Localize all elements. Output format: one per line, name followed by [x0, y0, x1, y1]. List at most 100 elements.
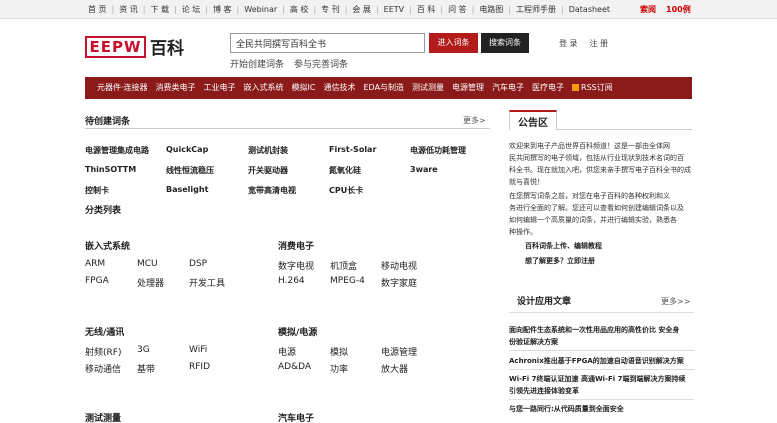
top-nav-handbook[interactable]: 工程师手册: [516, 4, 556, 15]
top-nav-separator: |: [561, 5, 564, 14]
group-auto-title[interactable]: 汽车电子: [278, 411, 314, 423]
top-nav-wiki[interactable]: 百 科: [417, 4, 436, 15]
create-entry-link[interactable]: 开始创建词条: [230, 57, 284, 70]
category-medical[interactable]: 医疗电子: [532, 82, 564, 93]
category-test[interactable]: 测试测量: [412, 82, 444, 93]
notice-tab[interactable]: 公告区: [509, 110, 557, 130]
category-power[interactable]: 电源管理: [452, 82, 484, 93]
group-item[interactable]: 射频(RF): [85, 345, 121, 358]
pending-entry[interactable]: Baselight: [166, 185, 208, 194]
pending-entry[interactable]: 开关驱动器: [248, 165, 288, 176]
article-line: 引领先进连接体验变革: [509, 387, 579, 395]
article-item[interactable]: 与您一路同行:从代码质量到全面安全: [509, 403, 694, 415]
article-line: 份验证解决方案: [509, 338, 558, 346]
group-wireless-title[interactable]: 无线/通讯: [85, 325, 124, 338]
group-item[interactable]: RFID: [189, 362, 210, 372]
article-item[interactable]: 面向配件生态系统和一次性用品应用的高性价比 安全身 份验证解决方案: [509, 324, 694, 348]
category-communication[interactable]: 通信技术: [324, 82, 356, 93]
group-item[interactable]: 数字家庭: [381, 276, 417, 289]
top-nav-expo[interactable]: 会 展: [352, 4, 371, 15]
group-item[interactable]: MPEG-4: [330, 276, 365, 286]
group-item[interactable]: 基带: [137, 362, 155, 375]
top-nav-separator: |: [409, 5, 412, 14]
group-embedded-title[interactable]: 嵌入式系统: [85, 239, 130, 252]
group-item[interactable]: 3G: [137, 345, 150, 355]
register-link[interactable]: 注 册: [590, 38, 609, 49]
notice-line: 种操作。: [509, 228, 537, 236]
search-entry-button[interactable]: 搜索词条: [481, 33, 529, 53]
group-item[interactable]: 移动通信: [85, 362, 121, 375]
group-test-title[interactable]: 测试测量: [85, 411, 121, 423]
top-nav-blog[interactable]: 博 客: [213, 4, 232, 15]
pending-entry[interactable]: 电源低功耗管理: [410, 145, 466, 156]
top-nav-separator: |: [313, 5, 317, 14]
group-item[interactable]: 移动电视: [381, 259, 417, 272]
category-consumer[interactable]: 消费类电子: [156, 82, 196, 93]
design-articles-title: 设计应用文章: [517, 297, 572, 307]
search-input[interactable]: [230, 33, 425, 53]
group-item[interactable]: WiFi: [189, 345, 207, 355]
group-analog-power-title[interactable]: 模拟/电源: [278, 325, 317, 338]
pending-entry[interactable]: 测试机封装: [248, 145, 288, 156]
group-item[interactable]: FPGA: [85, 276, 109, 286]
group-item[interactable]: 处理器: [137, 276, 164, 289]
site-logo[interactable]: EEPW 百科: [85, 34, 184, 59]
category-industrial[interactable]: 工业电子: [204, 82, 236, 93]
top-nav-special[interactable]: 专 刊: [321, 4, 340, 15]
category-auto[interactable]: 汽车电子: [492, 82, 524, 93]
top-nav-download[interactable]: 下 载: [151, 4, 170, 15]
group-item[interactable]: H.264: [278, 276, 305, 286]
pending-entry[interactable]: 控制卡: [85, 185, 109, 196]
article-item[interactable]: Wi-Fi 7终端认证加速 高通Wi-Fi 7端到端解决方案持续 引领先进连接体…: [509, 373, 694, 397]
group-item[interactable]: 数字电视: [278, 259, 314, 272]
top-nav-university[interactable]: 高 校: [290, 4, 309, 15]
category-analog-ic[interactable]: 模拟IC: [292, 82, 316, 93]
top-nav-separator: |: [174, 5, 177, 14]
top-nav-home[interactable]: 首 页: [88, 4, 107, 15]
improve-entry-link[interactable]: 参与完善词条: [294, 57, 348, 70]
register-now-link[interactable]: 想了解更多？立即注册: [525, 256, 595, 266]
article-item[interactable]: Achronix推出基于FPGA的加速自动语音识别解决方案: [509, 355, 694, 367]
group-item[interactable]: 电源管理: [381, 345, 417, 358]
top-right-100-cases[interactable]: 100例: [666, 4, 691, 15]
rss-link[interactable]: RSS订阅: [572, 82, 613, 93]
group-consumer-title[interactable]: 消费电子: [278, 239, 314, 252]
top-nav-forum[interactable]: 论 坛: [182, 4, 201, 15]
top-nav-eetv[interactable]: EETV: [384, 5, 404, 14]
group-item[interactable]: 电源: [278, 345, 296, 358]
group-item[interactable]: ARM: [85, 259, 105, 269]
pending-entry[interactable]: 氮氧化硅: [329, 165, 361, 176]
group-item[interactable]: 功率: [330, 362, 348, 375]
category-eda[interactable]: EDA与制造: [364, 82, 405, 93]
design-articles-more-link[interactable]: 更多>>: [661, 296, 690, 307]
group-item[interactable]: 机顶盒: [330, 259, 357, 272]
top-nav-circuits[interactable]: 电路图: [479, 4, 503, 15]
enter-entry-button[interactable]: 进入词条: [429, 33, 478, 53]
login-link[interactable]: 登 录: [559, 38, 578, 49]
group-item[interactable]: MCU: [137, 259, 158, 269]
group-item[interactable]: DSP: [189, 259, 207, 269]
pending-entry[interactable]: First-Solar: [329, 145, 376, 154]
pending-entry[interactable]: 3ware: [410, 165, 438, 174]
top-nav-news[interactable]: 资 讯: [119, 4, 138, 15]
tutorial-link[interactable]: 百科词条上传、编辑教程: [525, 241, 602, 251]
pending-entry[interactable]: 宽带高清电视: [248, 185, 296, 196]
group-item[interactable]: AD&DA: [278, 362, 311, 372]
pending-entry[interactable]: QuickCap: [166, 145, 208, 154]
pending-more-link[interactable]: 更多>: [463, 115, 486, 126]
category-embedded[interactable]: 嵌入式系统: [244, 82, 284, 93]
pending-entry[interactable]: ThinSOTTM: [85, 165, 136, 174]
top-right-request[interactable]: 索阅: [640, 4, 656, 15]
notice-intro: 欢迎来到电子产品世界百科频道！这是一部由全体网 民共同撰写的电子领域，包括从行业…: [509, 140, 694, 188]
top-nav-qa[interactable]: 问 答: [448, 4, 467, 15]
notice-line: 如何编辑一个高质量的词条，并进行编辑实验，熟悉各: [509, 216, 677, 224]
pending-entry[interactable]: 线性恒流稳压: [166, 165, 214, 176]
category-components[interactable]: 元器件·连接器: [97, 82, 148, 93]
group-item[interactable]: 开发工具: [189, 276, 225, 289]
pending-entry[interactable]: CPU长卡: [329, 185, 363, 196]
top-nav-datasheet[interactable]: Datasheet: [569, 5, 610, 14]
top-nav-webinar[interactable]: Webinar: [244, 5, 277, 14]
pending-entry[interactable]: 电源管理集成电路: [85, 145, 149, 156]
group-item[interactable]: 放大器: [381, 362, 408, 375]
group-item[interactable]: 模拟: [330, 345, 348, 358]
